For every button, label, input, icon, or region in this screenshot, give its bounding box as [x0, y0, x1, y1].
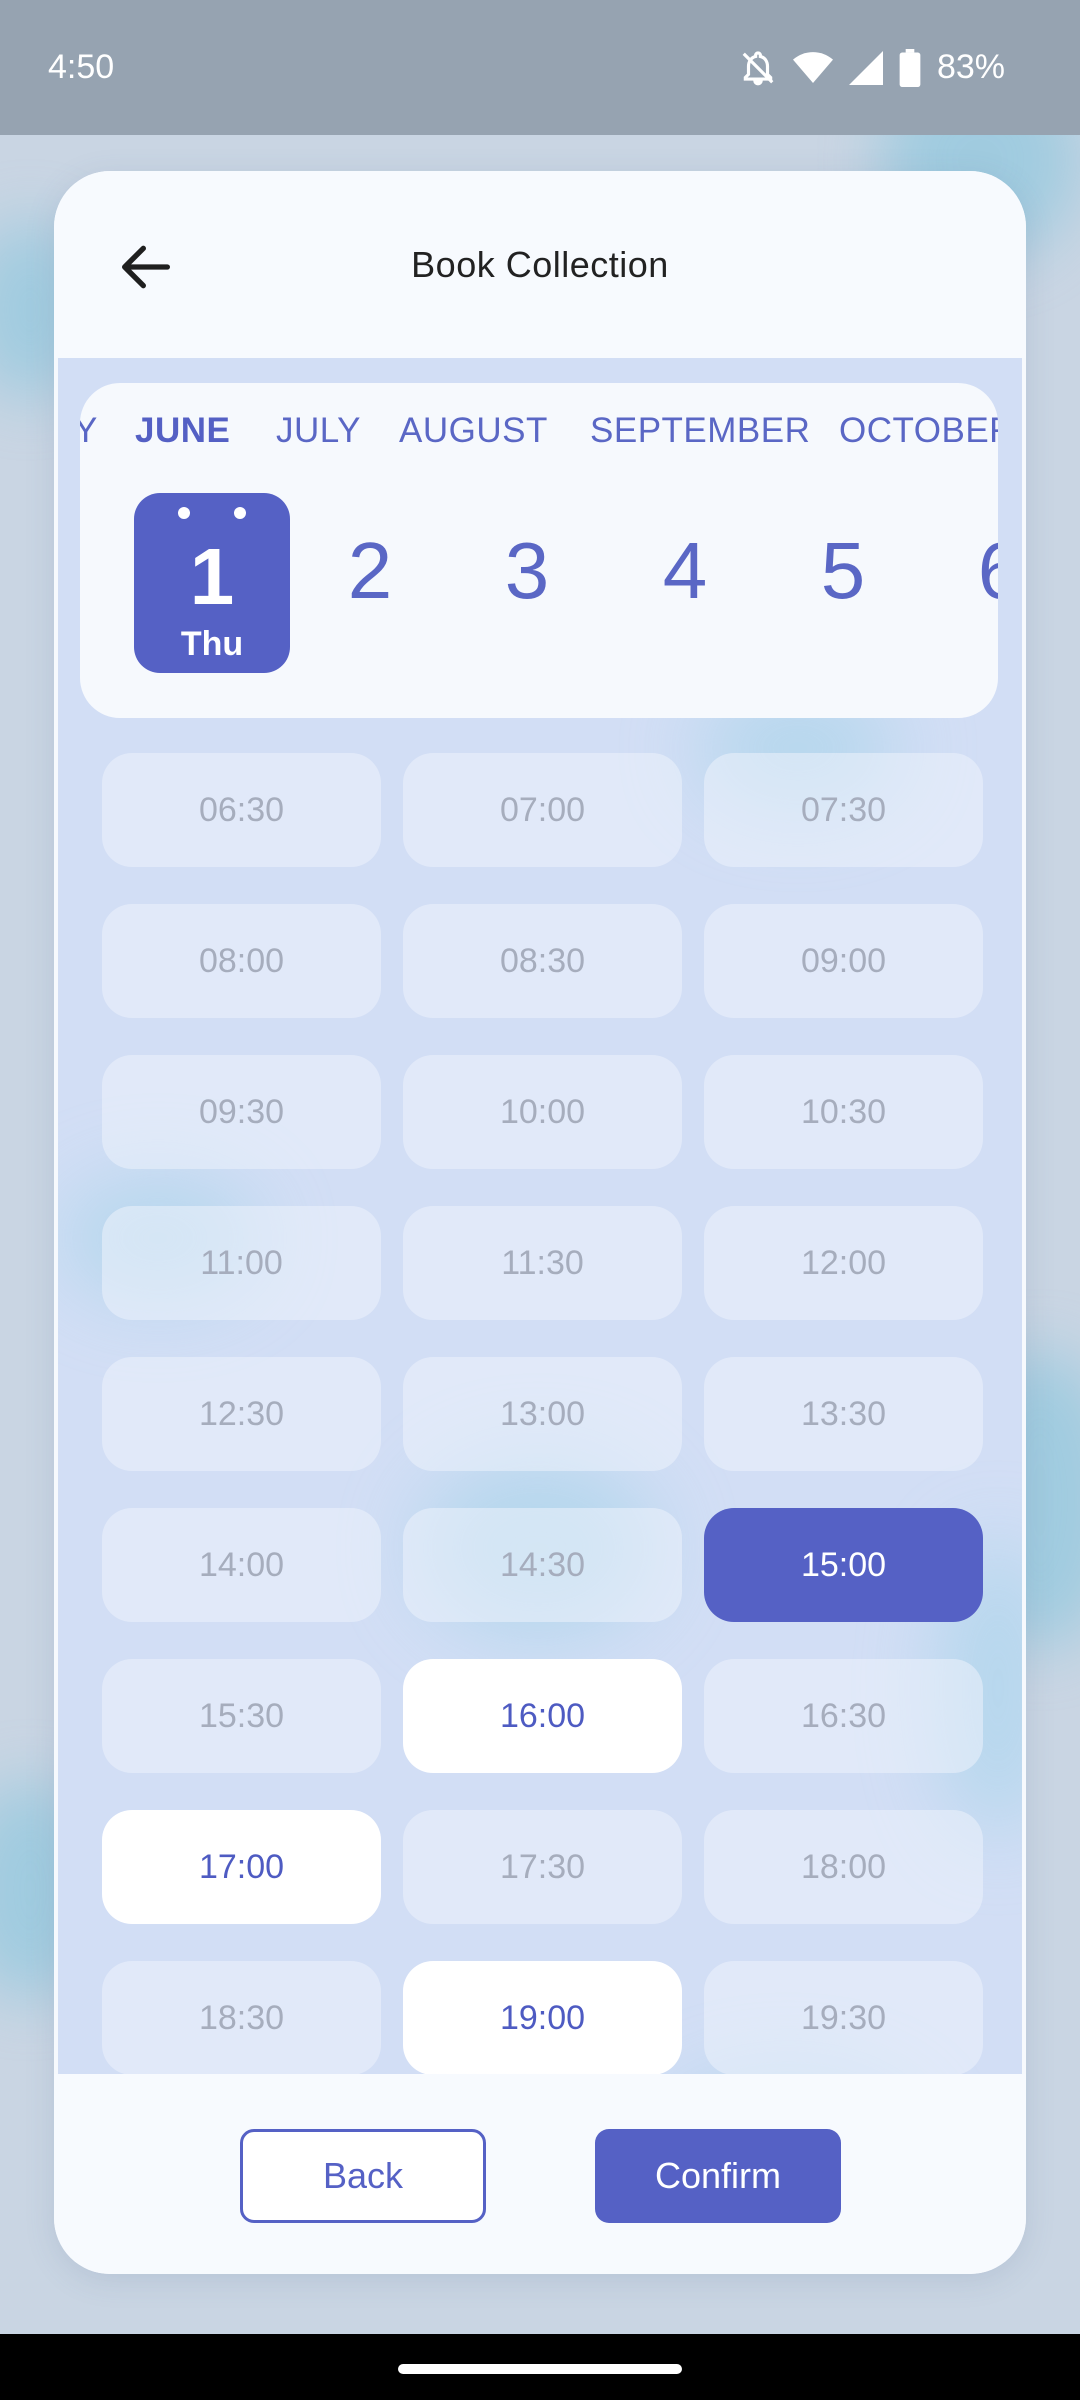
time-slot-unavailable[interactable]: 18:00	[704, 1810, 983, 1924]
time-slot-unavailable[interactable]: 09:00	[704, 904, 983, 1018]
time-slot-unavailable[interactable]: 18:30	[102, 1961, 381, 2075]
day-number: 6	[978, 531, 998, 611]
time-slot-selected[interactable]: 15:00	[704, 1508, 983, 1622]
month-item[interactable]: AUGUST	[399, 411, 548, 451]
time-slot-unavailable[interactable]: 12:30	[102, 1357, 381, 1471]
time-slot-unavailable[interactable]: 16:30	[704, 1659, 983, 1773]
time-slot-unavailable[interactable]: 11:30	[403, 1206, 682, 1320]
time-slot-available[interactable]: 17:00	[102, 1810, 381, 1924]
time-slot-unavailable[interactable]: 14:30	[403, 1508, 682, 1622]
arrow-left-icon[interactable]	[114, 235, 178, 299]
page-title: Book Collection	[411, 243, 669, 285]
day-number: 3	[504, 526, 550, 615]
day-item[interactable]: 3	[449, 493, 605, 673]
modal-body: Y JUNE JULY AUGUST SEPTEMBER OCTOBER 1 T…	[58, 358, 1022, 2248]
time-slot-available[interactable]: 16:00	[403, 1659, 682, 1773]
modal-footer: Back Confirm	[54, 2074, 1026, 2274]
time-slot-unavailable[interactable]: 13:30	[704, 1357, 983, 1471]
time-slot-unavailable[interactable]: 11:00	[102, 1206, 381, 1320]
time-slot-unavailable[interactable]: 06:30	[102, 753, 381, 867]
time-slot-unavailable[interactable]: 19:30	[704, 1961, 983, 2075]
day-item[interactable]: 5	[765, 493, 921, 673]
confirm-button[interactable]: Confirm	[595, 2129, 841, 2223]
month-item[interactable]: SEPTEMBER	[590, 411, 810, 451]
day-item[interactable]: 2	[292, 493, 448, 673]
time-slot-unavailable[interactable]: 10:00	[403, 1055, 682, 1169]
battery-icon	[899, 48, 921, 87]
home-handle[interactable]	[398, 2364, 682, 2374]
time-slot-unavailable[interactable]: 08:30	[403, 904, 682, 1018]
month-item[interactable]: JULY	[276, 411, 361, 451]
time-slot-unavailable[interactable]: 14:00	[102, 1508, 381, 1622]
day-item[interactable]: 4	[607, 493, 763, 673]
time-slot-available[interactable]: 19:00	[403, 1961, 682, 2075]
time-slot-unavailable[interactable]: 13:00	[403, 1357, 682, 1471]
time-slot-unavailable[interactable]: 10:30	[704, 1055, 983, 1169]
back-button[interactable]: Back	[240, 2129, 486, 2223]
day-number: 4	[662, 526, 708, 615]
status-time: 4:50	[48, 48, 115, 86]
month-item[interactable]: OCTOBER	[839, 411, 998, 451]
date-picker: Y JUNE JULY AUGUST SEPTEMBER OCTOBER 1 T…	[80, 383, 998, 718]
bell-off-icon	[739, 49, 777, 87]
month-item-selected[interactable]: JUNE	[135, 411, 230, 451]
calendar-dot	[234, 507, 246, 519]
calendar-dot	[178, 507, 190, 519]
modal-header: Book Collection	[54, 171, 1026, 358]
time-slot-unavailable[interactable]: 09:30	[102, 1055, 381, 1169]
battery-percent: 83%	[936, 48, 1005, 86]
wifi-icon	[792, 51, 833, 85]
day-item-selected[interactable]: 1 Thu	[134, 493, 290, 673]
time-slot-unavailable[interactable]: 07:30	[704, 753, 983, 867]
book-collection-modal: Book Collection Y JUNE JULY AUGUST SEPTE…	[54, 171, 1026, 2274]
day-number: 1	[189, 532, 235, 621]
day-of-week: Thu	[180, 625, 244, 663]
day-number: 5	[820, 526, 866, 615]
cellular-icon	[848, 50, 883, 85]
time-slot-unavailable[interactable]: 17:30	[403, 1810, 682, 1924]
month-scroller[interactable]: Y JUNE JULY AUGUST SEPTEMBER OCTOBER	[80, 411, 998, 471]
time-slot-unavailable[interactable]: 12:00	[704, 1206, 983, 1320]
time-slot-unavailable[interactable]: 15:30	[102, 1659, 381, 1773]
day-number: 2	[347, 526, 393, 615]
status-bar: 4:50 83%	[0, 0, 1080, 135]
status-icons: 83%	[739, 48, 1005, 87]
time-slot-unavailable[interactable]: 08:00	[102, 904, 381, 1018]
month-item[interactable]: Y	[80, 411, 98, 451]
time-slot-unavailable[interactable]: 07:00	[403, 753, 682, 867]
navigation-bar	[0, 2334, 1080, 2400]
day-item[interactable]: 6	[922, 493, 998, 673]
